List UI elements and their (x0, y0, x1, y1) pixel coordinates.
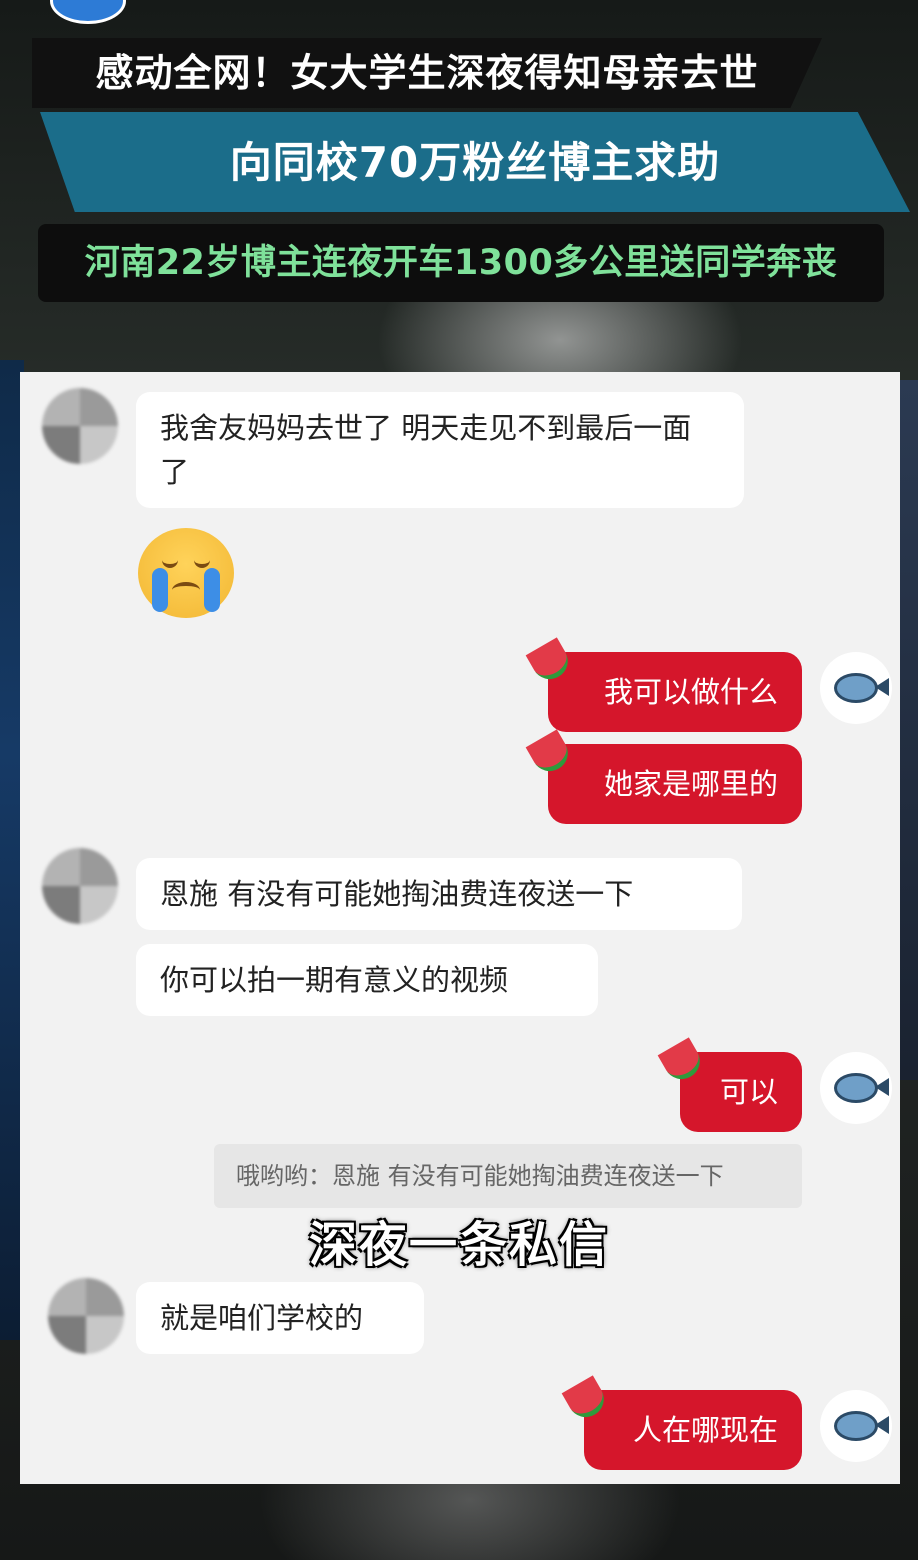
outgoing-message-text: 她家是哪里的 (603, 767, 778, 801)
contact-avatar[interactable] (42, 388, 118, 464)
headline-line-2: 向同校70万粉丝博主求助 (229, 138, 721, 187)
outgoing-message: 她家是哪里的 (525, 729, 802, 824)
outgoing-message-text: 可以 (719, 1075, 778, 1109)
fish-tail (875, 1078, 889, 1096)
fish-body (834, 1073, 889, 1103)
headline-line-1: 感动全网！女大学生深夜得知母亲去世 (32, 38, 822, 108)
fish-avatar-icon[interactable] (820, 652, 892, 724)
contact-avatar[interactable] (48, 1278, 124, 1354)
outgoing-message: 人在哪现在 (561, 1375, 802, 1470)
emoji-eye (162, 558, 178, 568)
incoming-message: 我舍友妈妈去世了 明天走见不到最后一面了 (136, 392, 744, 508)
outgoing-message-text: 我可以做什么 (603, 675, 778, 709)
outgoing-message-text: 人在哪现在 (632, 1413, 778, 1447)
headline-line-3: 河南22岁博主连夜开车1300多公里送同学奔丧 (38, 224, 884, 302)
headline-band: 向同校70万粉丝博主求助 (40, 112, 910, 212)
outgoing-message: 我可以做什么 (525, 637, 802, 732)
fish-tail (875, 678, 889, 696)
emoji-tear (152, 568, 168, 612)
watermelon-sticker-icon (561, 1375, 611, 1424)
incoming-message: 你可以拍一期有意义的视频 (136, 944, 598, 1016)
quoted-reply: 哦哟哟：恩施 有没有可能她掏油费连夜送一下 (214, 1144, 802, 1208)
video-caption: 深夜一条私信 (308, 1217, 609, 1273)
emoji-eye (194, 558, 210, 568)
emoji-tear (204, 568, 220, 612)
fish-avatar-icon[interactable] (820, 1390, 892, 1462)
incoming-message: 就是咱们学校的 (136, 1282, 424, 1354)
watermelon-sticker-icon (657, 1037, 707, 1086)
watermelon-sticker-icon (525, 729, 575, 778)
loudly-crying-face-icon (138, 528, 234, 618)
incoming-message: 恩施 有没有可能她掏油费连夜送一下 (136, 858, 742, 930)
fish-body (834, 673, 889, 703)
fish-tail (875, 1416, 889, 1434)
watermelon-sticker-icon (525, 637, 575, 686)
emoji-mouth (172, 582, 200, 598)
chat-screenshot: 我舍友妈妈去世了 明天走见不到最后一面了 我可以做什么 她家是哪里的 恩施 有没… (20, 372, 900, 1484)
fish-avatar-icon[interactable] (820, 1052, 892, 1124)
fish-body (834, 1411, 889, 1441)
contact-avatar[interactable] (42, 848, 118, 924)
outgoing-message: 可以 (657, 1037, 802, 1132)
